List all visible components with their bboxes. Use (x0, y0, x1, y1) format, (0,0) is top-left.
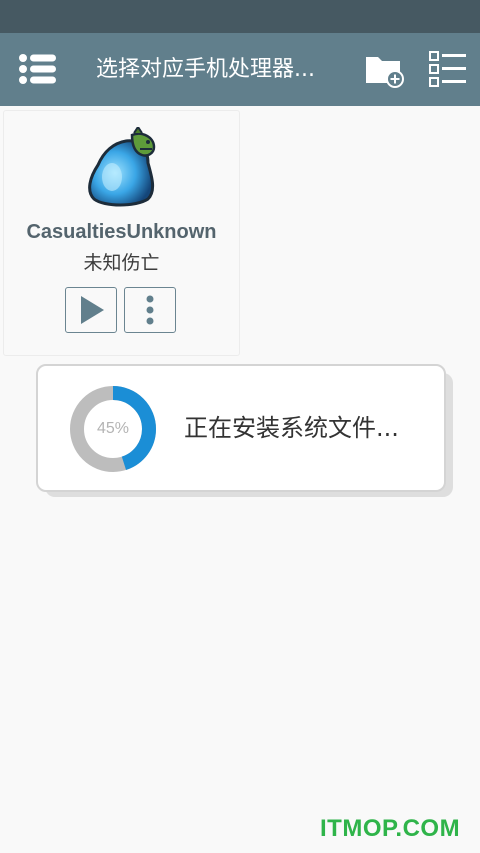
watermark: ITMOP.COM (320, 815, 461, 842)
install-message: 正在安装系统文件... (184, 414, 399, 442)
top-toolbar: 选择对应手机处理器... (0, 33, 480, 106)
more-options-button[interactable] (124, 287, 176, 333)
app-card[interactable]: CasualtiesUnknown 未知伤亡 (3, 110, 240, 356)
progress-percent: 45% (96, 420, 130, 437)
menu-icon[interactable] (14, 51, 60, 87)
status-bar (0, 0, 480, 33)
checklist-icon[interactable] (426, 49, 470, 89)
blue-blob-creature-icon (82, 125, 166, 209)
play-button[interactable] (65, 287, 117, 333)
play-icon (81, 296, 104, 324)
toolbar-title: 选择对应手机处理器... (96, 57, 315, 82)
folder-add-icon[interactable] (362, 49, 406, 89)
progress-ring: 45% (68, 384, 158, 474)
install-progress-dialog: 45% 正在安装系统文件... (36, 364, 446, 492)
app-subtitle: 未知伤亡 (83, 252, 160, 274)
more-vert-icon (146, 295, 154, 325)
app-name: CasualtiesUnknown (26, 221, 217, 243)
